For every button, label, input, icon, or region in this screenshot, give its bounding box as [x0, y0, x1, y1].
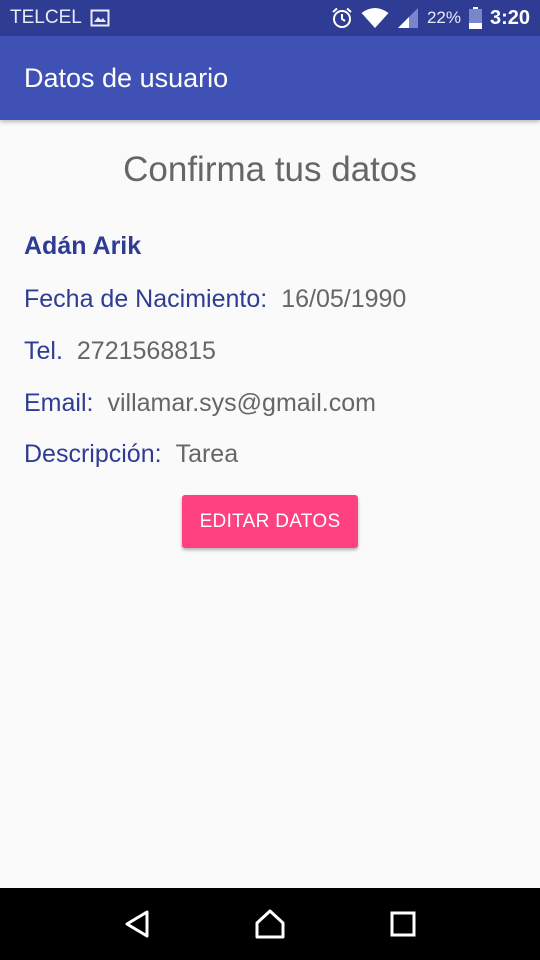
phone-row: Tel. 2721568815 — [24, 337, 216, 366]
home-button[interactable] — [240, 894, 300, 954]
battery-icon — [468, 7, 482, 29]
birth-date-label: Fecha de Nacimiento: — [24, 285, 268, 313]
description-label: Descripción: — [24, 440, 162, 468]
page-heading: Confirma tus datos — [123, 150, 417, 189]
edit-data-button[interactable]: EDITAR DATOS — [182, 495, 358, 548]
status-time: 3:20 — [489, 6, 530, 29]
user-name: Adán Arik — [24, 232, 142, 260]
navigation-bar — [0, 888, 540, 960]
recents-button[interactable] — [373, 894, 433, 954]
wifi-icon — [361, 7, 389, 29]
recents-icon — [390, 911, 416, 937]
screen: TELCEL 22% 3:20 Datos de usuario Confirm… — [0, 0, 540, 960]
birth-date-row: Fecha de Nacimiento: 16/05/1990 — [24, 285, 406, 314]
content: Confirma tus datos Adán Arik Fecha de Na… — [0, 120, 540, 888]
status-bar: TELCEL 22% 3:20 — [0, 0, 540, 36]
image-icon — [90, 9, 110, 27]
description-value: Tarea — [175, 440, 239, 468]
email-row: Email: villamar.sys@gmail.com — [24, 389, 376, 418]
battery-percent: 22% — [426, 8, 461, 27]
phone-value: 2721568815 — [76, 337, 216, 365]
back-icon — [123, 909, 151, 939]
email-label: Email: — [24, 389, 94, 417]
description-row: Descripción: Tarea — [24, 440, 238, 469]
carrier-name: TELCEL — [10, 7, 82, 28]
status-right: 22% 3:20 — [331, 7, 530, 30]
phone-label: Tel. — [24, 337, 63, 365]
birth-date-value: 16/05/1990 — [281, 285, 407, 313]
home-icon — [254, 909, 286, 939]
app-title: Datos de usuario — [24, 62, 229, 93]
app-bar: Datos de usuario — [0, 36, 540, 120]
status-left: TELCEL — [10, 7, 110, 29]
signal-icon — [397, 7, 419, 29]
alarm-icon — [331, 7, 353, 29]
email-value: villamar.sys@gmail.com — [107, 389, 376, 417]
back-button[interactable] — [107, 894, 167, 954]
